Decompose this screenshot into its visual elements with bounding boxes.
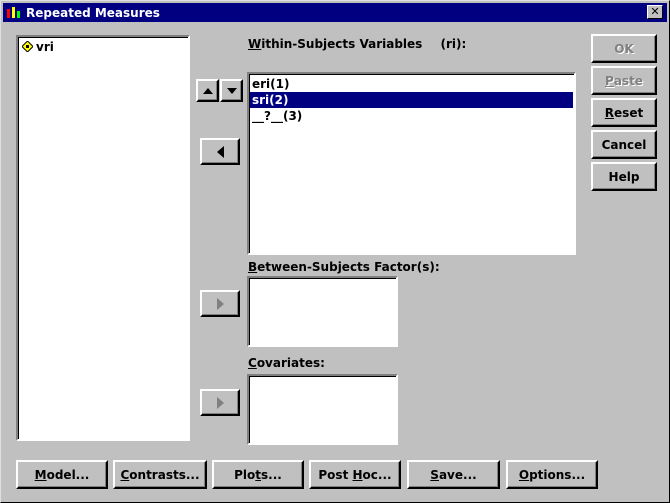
move-to-covariates-button[interactable] — [200, 389, 240, 416]
source-variable-list[interactable]: vri — [16, 35, 190, 441]
within-subjects-label: Within-Subjects Variables (ri): — [248, 37, 467, 51]
title-bar[interactable]: Repeated Measures ✕ — [3, 3, 667, 22]
move-to-between-button[interactable] — [200, 290, 240, 317]
move-out-within-button[interactable] — [200, 138, 240, 165]
reset-button[interactable]: Reset — [591, 98, 657, 127]
spss-app-icon — [6, 5, 22, 21]
post-hoc-button[interactable]: Post Hoc... — [309, 460, 401, 489]
ok-button[interactable]: OK — [591, 34, 657, 63]
arrow-up-icon — [202, 87, 213, 94]
list-item[interactable]: eri(1) — [250, 76, 573, 92]
between-subjects-label: Between-Subjects Factor(s): — [248, 260, 440, 274]
model-button[interactable]: Model... — [16, 460, 108, 489]
save-button[interactable]: Save... — [407, 460, 500, 489]
plots-button[interactable]: Plo t s... — [212, 460, 304, 489]
list-item[interactable]: vri — [20, 39, 186, 55]
arrow-right-icon — [216, 297, 224, 310]
arrow-right-icon — [216, 396, 224, 409]
help-button[interactable]: Help — [591, 162, 657, 191]
move-down-button[interactable] — [220, 79, 243, 102]
paste-button[interactable]: Paste — [591, 66, 657, 95]
repeated-measures-dialog: Repeated Measures ✕ vri Within-Subjects … — [0, 0, 670, 503]
factor-name: (ri): — [440, 37, 467, 51]
move-up-button[interactable] — [196, 79, 219, 102]
covariates-list[interactable] — [247, 374, 398, 445]
scale-variable-icon — [21, 40, 34, 53]
close-icon: ✕ — [650, 5, 660, 18]
within-subjects-list[interactable]: eri(1) sri(2) __?__(3) — [247, 72, 576, 255]
covariates-label: Covariates: — [248, 356, 325, 370]
arrow-down-icon — [226, 87, 237, 94]
variable-label: vri — [36, 40, 54, 54]
list-item[interactable]: __?__(3) — [250, 108, 573, 124]
list-item[interactable]: sri(2) — [250, 92, 573, 108]
options-button[interactable]: Options... — [506, 460, 598, 489]
arrow-left-icon — [216, 145, 224, 158]
window-title: Repeated Measures — [26, 5, 160, 20]
between-subjects-list[interactable] — [247, 276, 398, 347]
contrasts-button[interactable]: Contrasts... — [113, 460, 207, 489]
close-button[interactable]: ✕ — [647, 5, 663, 19]
cancel-button[interactable]: Cancel — [591, 130, 657, 159]
